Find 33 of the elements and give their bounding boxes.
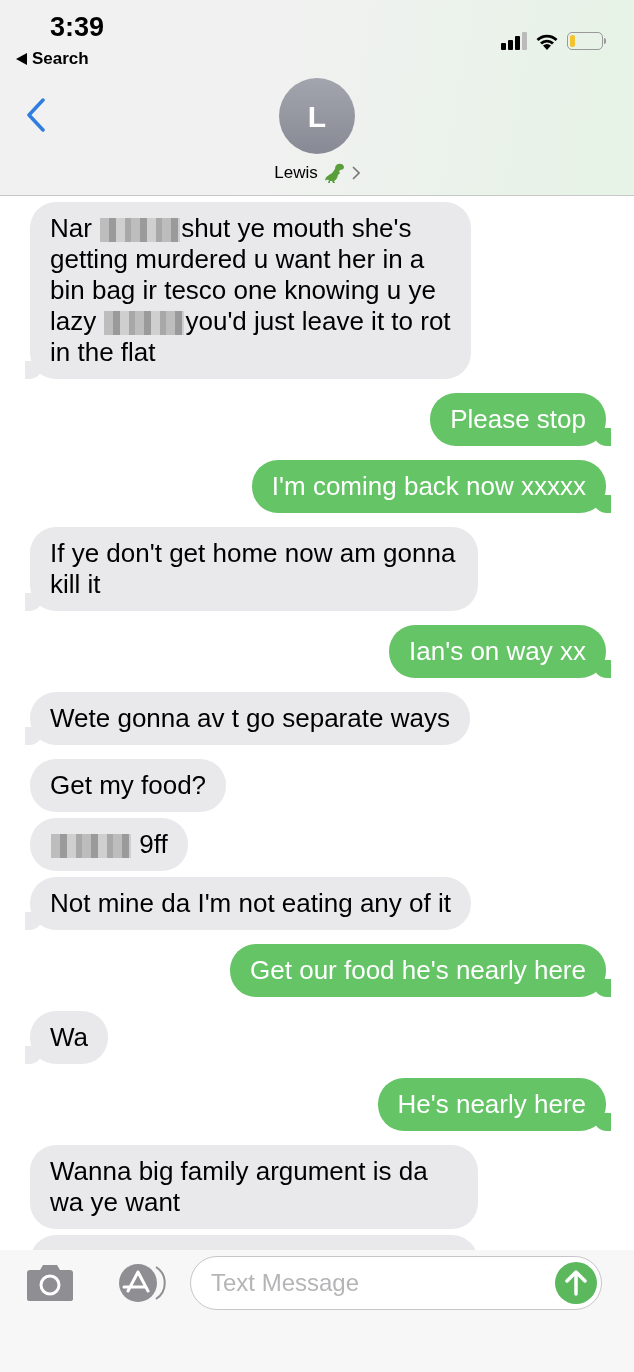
message-text: Wa	[50, 1022, 89, 1052]
camera-icon[interactable]	[26, 1264, 74, 1302]
message-text: I'm coming back now xxxxx	[271, 471, 586, 501]
back-chevron-icon[interactable]	[26, 98, 46, 132]
back-to-search-link[interactable]: Search	[16, 46, 105, 72]
message-text: Nar	[50, 213, 93, 243]
chevron-right-icon	[351, 165, 360, 180]
message-text: shut ye mouth she's	[181, 213, 412, 243]
message-input-field[interactable]: Text Message	[190, 1256, 602, 1310]
battery-icon	[567, 32, 606, 50]
avatar-initial: L	[307, 98, 327, 135]
app-store-icon[interactable]	[116, 1263, 168, 1303]
message-text: in the flat	[50, 337, 156, 367]
message-text: Get our food he's nearly here	[250, 955, 586, 985]
message-text: Please stop	[450, 404, 586, 434]
message-text: If ye don't get home now am gonna kill it	[50, 538, 456, 599]
dinosaur-icon	[323, 161, 346, 184]
message-text: 9ff	[138, 829, 168, 859]
message-text: Not mine da I'm not eating any of it	[50, 888, 451, 918]
message-text: Wete gonna av t go separate ways	[50, 703, 450, 733]
wifi-icon	[535, 32, 559, 50]
signal-icon	[501, 32, 527, 50]
back-triangle-icon	[16, 52, 27, 65]
message-text: getting murdered u want her in a	[50, 244, 425, 274]
clock-time: 3:39	[49, 12, 105, 42]
message-text: Get my food?	[50, 770, 207, 800]
contact-name[interactable]: Lewis	[274, 160, 318, 186]
message-text: He's nearly here	[397, 1089, 586, 1119]
message-text: Ian's on way xx	[409, 636, 586, 666]
message-text: bin bag ir tesco one knowing u ye	[50, 275, 436, 305]
message-text: lazy	[50, 306, 98, 336]
message-text: you'd just leave it to rot	[185, 306, 451, 336]
message-text: Wanna big family argument is da wa ye want	[50, 1156, 428, 1217]
